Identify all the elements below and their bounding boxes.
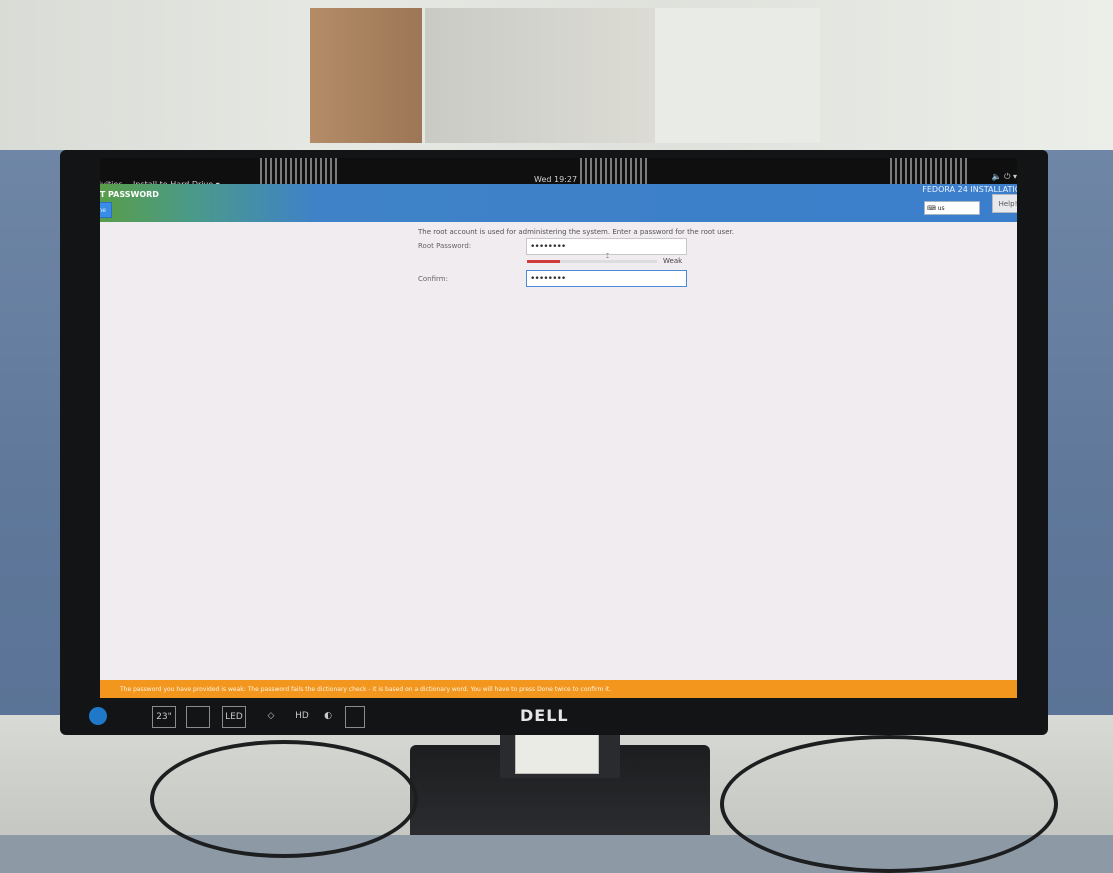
- mouse-cursor-icon: 𝙸: [605, 252, 610, 260]
- confirm-password-label: Confirm:: [418, 275, 448, 283]
- installation-title: FEDORA 24 INSTALLATION: [922, 185, 1017, 194]
- spoke-header: ROOT PASSWORD Done FEDORA 24 INSTALLATIO…: [100, 184, 1017, 222]
- warning-message: The password you have provided is weak: …: [120, 685, 612, 693]
- confirm-password-input[interactable]: ••••••••: [526, 270, 687, 287]
- monitor-screen: Activities Install to Hard Drive ▾ Wed 1…: [100, 158, 1017, 698]
- cable-right: [720, 735, 1058, 873]
- password-strength-label: Weak: [663, 257, 683, 265]
- viewing-angle-icon: ◇: [267, 711, 275, 721]
- keyboard-icon: ⌨: [927, 204, 936, 212]
- gnome-top-bar: Activities Install to Hard Drive ▾ Wed 1…: [100, 158, 1017, 189]
- energy-badge-icon: [345, 706, 365, 728]
- help-button[interactable]: Help!: [992, 194, 1017, 213]
- panel-badge-icon: [186, 706, 210, 728]
- page-title: ROOT PASSWORD: [100, 190, 159, 199]
- clock[interactable]: Wed 19:27: [534, 175, 577, 184]
- pillar: [655, 8, 820, 143]
- password-strength-bar: [527, 260, 657, 263]
- keyboard-layout-label: us: [937, 204, 945, 212]
- keyboard-layout-indicator[interactable]: ⌨ us: [924, 201, 980, 215]
- hallway: [425, 8, 655, 143]
- cable-left: [150, 740, 418, 858]
- weak-password-warning-bar: The password you have provided is weak: …: [100, 680, 1017, 698]
- root-account-description: The root account is used for administeri…: [418, 228, 734, 236]
- done-button[interactable]: Done: [100, 202, 112, 218]
- intel-sticker-icon: [89, 707, 107, 725]
- dell-logo: DELL: [520, 706, 569, 725]
- contrast-icon: ◐: [324, 711, 332, 721]
- password-strength-fill: [527, 260, 560, 263]
- system-menu-icon[interactable]: 🔈 ⏻ ▾: [992, 172, 1017, 182]
- wooden-door: [310, 8, 422, 143]
- hd-badge: HD: [295, 711, 309, 721]
- led-badge: LED: [222, 706, 246, 728]
- root-password-label: Root Password:: [418, 242, 472, 250]
- size-badge: 23": [152, 706, 176, 728]
